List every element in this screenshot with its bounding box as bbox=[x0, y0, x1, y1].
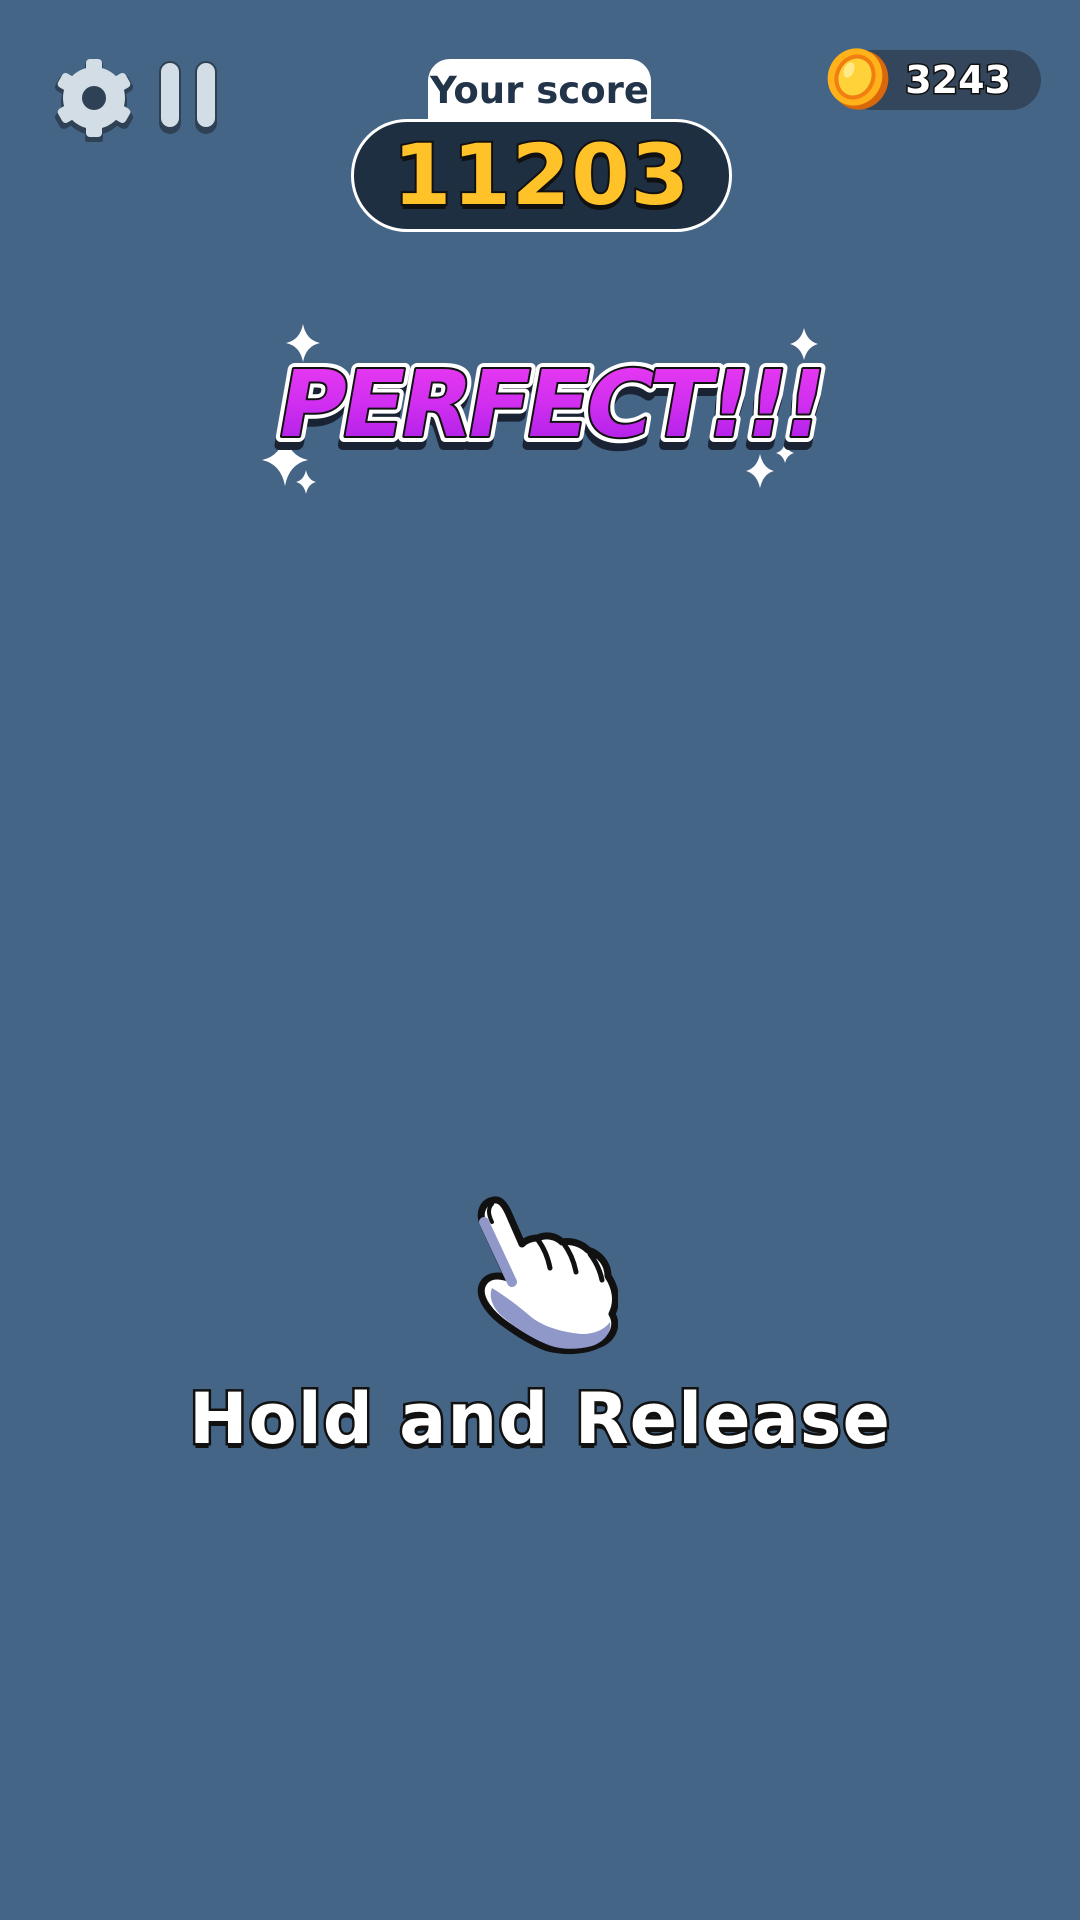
game-screen[interactable]: { "hud": { "score_label": "Your score", … bbox=[0, 0, 1080, 1920]
coin-icon bbox=[825, 44, 891, 112]
gear-icon bbox=[54, 59, 134, 144]
score-label: Your score bbox=[428, 59, 651, 125]
score-display: 11203 bbox=[351, 119, 732, 232]
pause-button[interactable] bbox=[157, 60, 219, 136]
perfect-text: PERFECT!!! bbox=[270, 351, 832, 458]
perfect-banner: PERFECT!!! PERFECT!!! PERFECT!!! bbox=[262, 345, 835, 472]
pointing-hand-icon bbox=[466, 1192, 619, 1358]
pause-icon bbox=[159, 61, 217, 134]
instruction-text: Hold and Release bbox=[187, 1376, 893, 1463]
score-value: 11203 bbox=[391, 124, 691, 226]
coin-count: 3243 bbox=[904, 57, 1013, 104]
settings-button[interactable] bbox=[52, 56, 136, 144]
